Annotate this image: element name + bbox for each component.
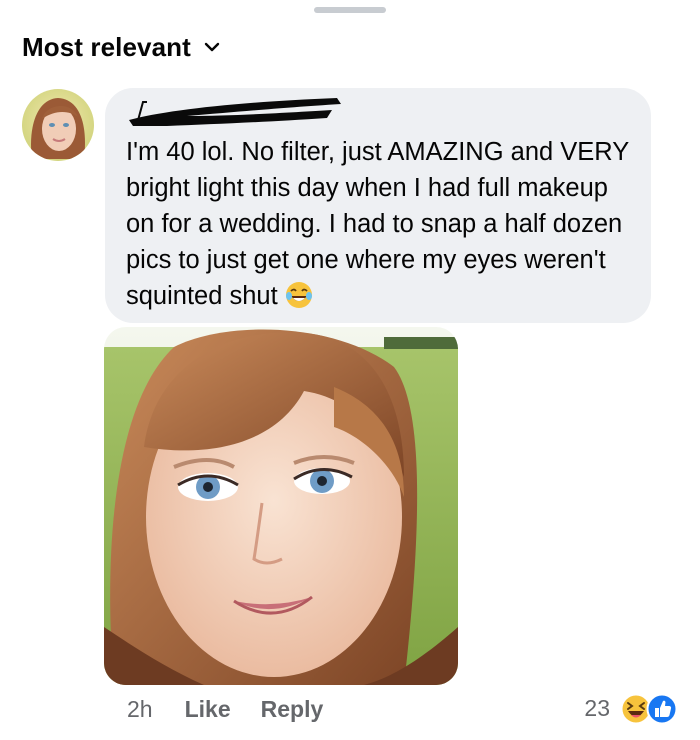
reaction-icons <box>620 691 680 725</box>
comment-bubble: I'm 40 lol. No filter, just AMAZING and … <box>105 88 651 323</box>
avatar[interactable] <box>22 89 94 161</box>
comment-body: I'm 40 lol. No filter, just AMAZING and … <box>126 138 629 310</box>
sort-label: Most relevant <box>22 31 191 62</box>
comment-text: I'm 40 lol. No filter, just AMAZING and … <box>126 134 638 320</box>
tears-of-joy-icon <box>284 280 314 320</box>
comment-actions: 2h Like Reply <box>127 694 323 724</box>
drag-handle[interactable] <box>314 7 386 13</box>
reply-button[interactable]: Reply <box>261 696 324 723</box>
like-button[interactable]: Like <box>185 696 231 723</box>
comment-timestamp: 2h <box>127 695 153 722</box>
attached-photo[interactable] <box>104 327 458 685</box>
chevron-down-icon <box>203 41 221 53</box>
sort-dropdown[interactable]: Most relevant <box>22 30 221 64</box>
reactions-summary[interactable]: 23 <box>584 690 680 726</box>
like-reaction-icon <box>646 693 678 730</box>
reaction-count: 23 <box>584 694 610 721</box>
author-name-redacted[interactable] <box>127 94 341 126</box>
